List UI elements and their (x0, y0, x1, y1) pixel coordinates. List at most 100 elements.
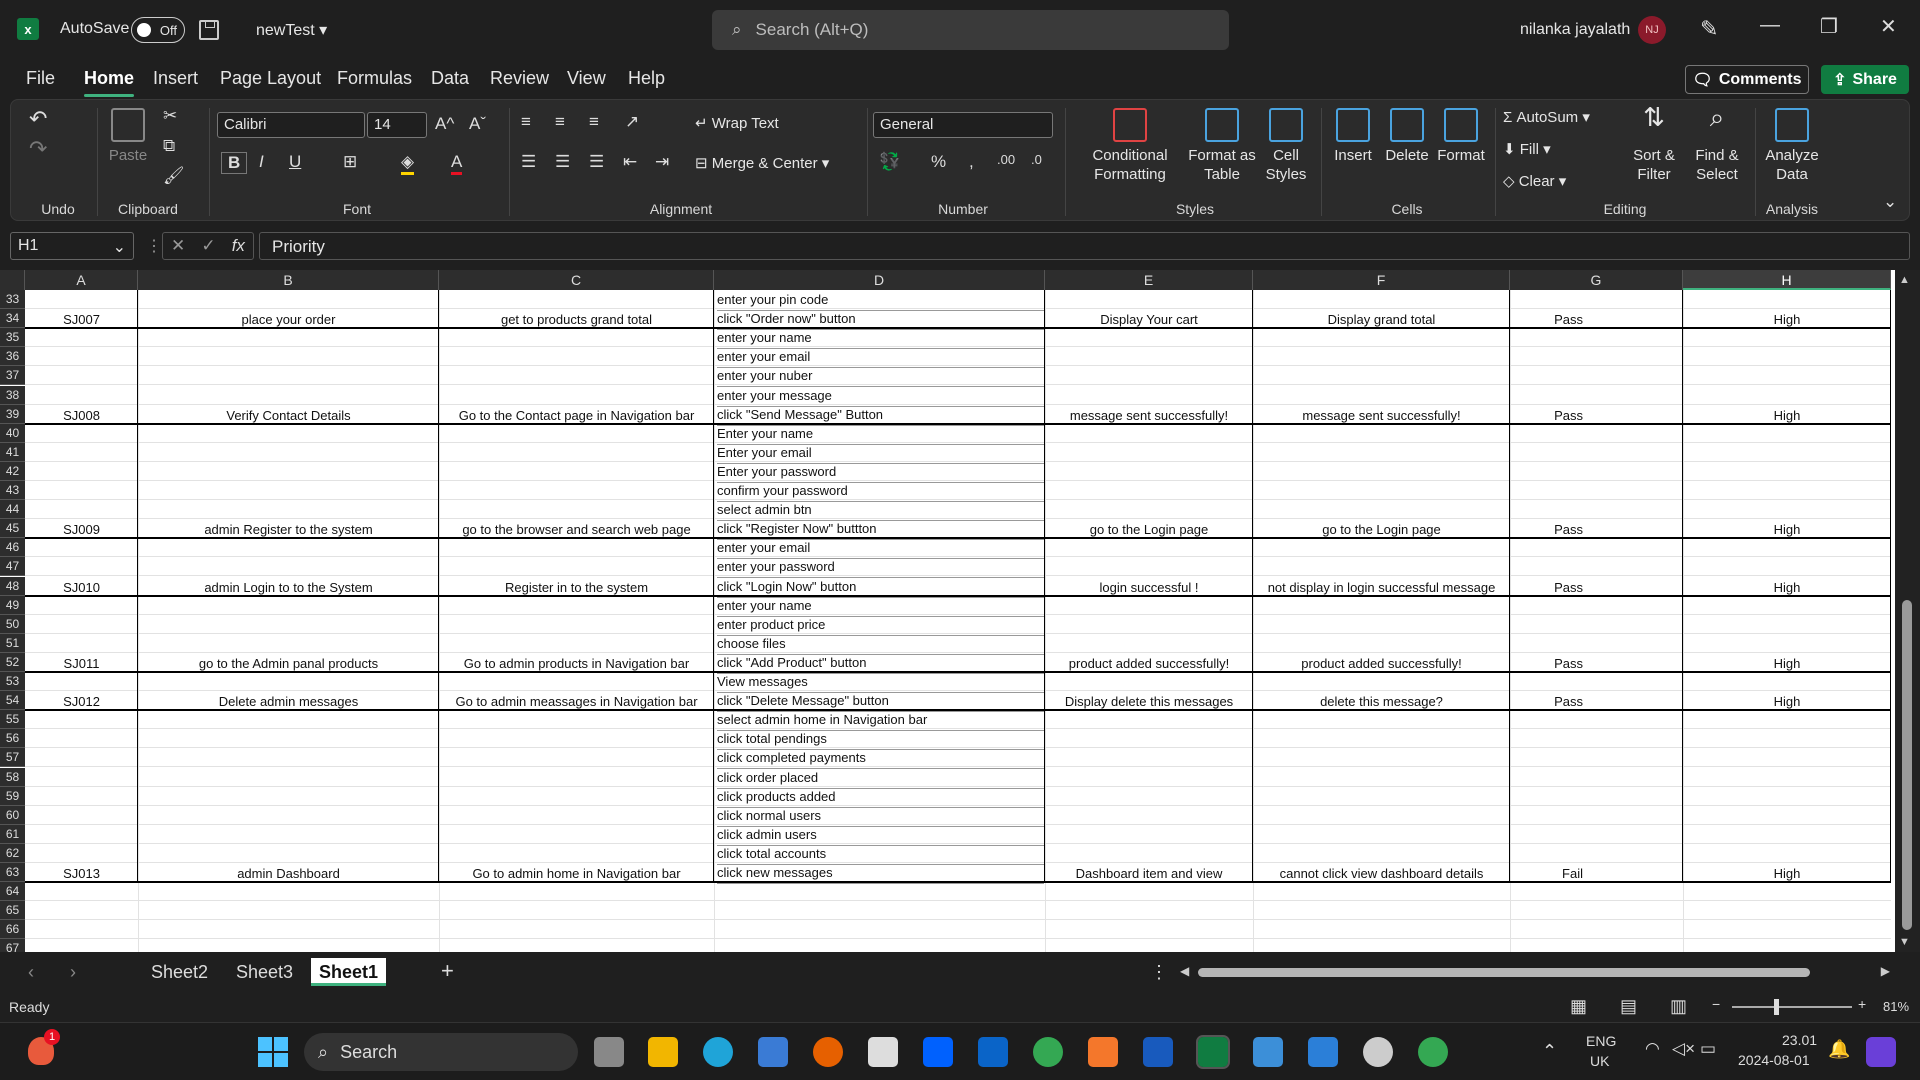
cell-priority[interactable]: High (1683, 580, 1891, 595)
search-input[interactable]: ⌕ Search (Alt+Q) (712, 10, 1229, 50)
align-right-icon[interactable]: ☰ (589, 152, 604, 172)
cell-status[interactable]: Pass (1510, 694, 1683, 709)
scroll-down-icon[interactable]: ▼ (1899, 936, 1910, 948)
clock-time[interactable]: 23.01 (1782, 1032, 1817, 1048)
menu-home[interactable]: Home (84, 68, 135, 97)
cell-id[interactable]: SJ011 (25, 656, 138, 671)
row-header[interactable]: 58 (0, 767, 25, 787)
row-header[interactable]: 64 (0, 882, 25, 902)
row-header[interactable]: 42 (0, 461, 25, 481)
word-icon[interactable] (1143, 1037, 1173, 1067)
row-header[interactable]: 54 (0, 691, 25, 711)
font-color-icon[interactable]: A (451, 152, 463, 175)
cell-test-step[interactable]: View messages (717, 674, 1044, 694)
document-name[interactable]: newTest ▾ (256, 20, 327, 40)
cell-precondition[interactable]: Register in to the system (439, 580, 714, 595)
increase-indent-icon[interactable]: ⇥ (655, 152, 669, 172)
xampp-icon[interactable] (1088, 1037, 1118, 1067)
formula-input[interactable]: Priority (259, 232, 1910, 260)
column-header-c[interactable]: C (439, 270, 714, 290)
cell-test-step[interactable]: click products added (717, 789, 1044, 808)
cell-precondition[interactable]: Go to admin products in Navigation bar (439, 656, 714, 671)
photos-icon[interactable] (1253, 1037, 1283, 1067)
cell-priority[interactable]: High (1683, 408, 1891, 423)
copilot-icon[interactable] (1866, 1037, 1896, 1067)
menu-file[interactable]: File (26, 68, 55, 89)
row-header[interactable]: 53 (0, 672, 25, 692)
row-header[interactable]: 35 (0, 328, 25, 348)
cell-precondition[interactable]: go to the browser and search web page (439, 522, 714, 537)
cell-status[interactable]: Pass (1510, 656, 1683, 671)
next-sheet-icon[interactable]: › (70, 962, 76, 983)
column-header-f[interactable]: F (1253, 270, 1510, 290)
row-header[interactable]: 37 (0, 366, 25, 386)
cell-scenario[interactable]: place your order (138, 312, 439, 327)
percent-icon[interactable]: % (931, 152, 946, 172)
cell-test-step[interactable]: select admin home in Navigation bar (717, 712, 1044, 732)
wrap-text-button[interactable]: ↵ Wrap Text (695, 114, 779, 133)
scroll-left-icon[interactable]: ◀ (1180, 964, 1189, 978)
align-bottom-icon[interactable]: ≡ (589, 112, 599, 132)
cell-status[interactable]: Pass (1510, 522, 1683, 537)
row-header[interactable]: 51 (0, 633, 25, 653)
scroll-right-icon[interactable]: ▶ (1881, 964, 1890, 978)
restore-icon[interactable]: ❐ (1820, 14, 1838, 39)
font-name-select[interactable]: Calibri (217, 112, 365, 138)
row-header[interactable]: 55 (0, 710, 25, 730)
cell-test-step[interactable]: enter your password (717, 559, 1044, 579)
find-select-button[interactable]: ⌕ Find & Select (1687, 104, 1747, 184)
cell-actual[interactable]: go to the Login page (1253, 522, 1510, 537)
row-header[interactable]: 33 (0, 290, 25, 310)
cell-actual[interactable]: message sent successfully! (1253, 408, 1510, 423)
row-header[interactable]: 60 (0, 805, 25, 825)
analyze-data-button[interactable]: Analyze Data (1761, 108, 1823, 184)
autosum-button[interactable]: Σ AutoSum ▾ (1503, 108, 1590, 127)
cell-test-step[interactable]: enter your message (717, 388, 1044, 407)
cancel-icon[interactable]: ✕ (171, 236, 185, 256)
edge-icon[interactable] (703, 1037, 733, 1067)
column-header-h[interactable]: H (1683, 270, 1891, 290)
avatar[interactable]: NJ (1638, 16, 1666, 44)
cut-icon[interactable]: ✂ (163, 106, 177, 126)
column-header-d[interactable]: D (714, 270, 1045, 290)
cell-test-step[interactable]: click total pendings (717, 731, 1044, 751)
share-button[interactable]: ⇪ Share (1821, 65, 1909, 94)
cell-precondition[interactable]: Go to admin meassages in Navigation bar (439, 694, 714, 709)
sort-filter-button[interactable]: ⇅ Sort & Filter (1625, 104, 1683, 184)
hscroll-thumb[interactable] (1198, 968, 1810, 977)
row-header[interactable]: 41 (0, 442, 25, 462)
number-format-select[interactable]: General (873, 112, 1053, 138)
cell-test-step[interactable]: click total accounts (717, 846, 1044, 865)
vertical-scrollbar[interactable]: ▲ ▼ (1895, 270, 1920, 952)
row-header[interactable]: 66 (0, 920, 25, 940)
pen-icon[interactable]: ✎ (1700, 16, 1718, 42)
close-icon[interactable]: ✕ (1880, 14, 1897, 39)
fx-icon[interactable]: fx (232, 236, 245, 256)
cell-styles-button[interactable]: Cell Styles (1261, 108, 1311, 184)
cell-scenario[interactable]: admin Dashboard (138, 866, 439, 881)
cell-expected[interactable]: Display delete this messages (1045, 694, 1253, 709)
row-header[interactable]: 34 (0, 309, 25, 329)
row-header[interactable]: 57 (0, 748, 25, 768)
cypress-icon[interactable] (1363, 1037, 1393, 1067)
chrome-icon[interactable] (1033, 1037, 1063, 1067)
prev-sheet-icon[interactable]: ‹ (28, 962, 34, 983)
format-painter-icon[interactable]: 🖌 (163, 166, 185, 186)
page-layout-view-icon[interactable]: ▤ (1620, 996, 1637, 1017)
comments-button[interactable]: 🗨 Comments (1685, 65, 1809, 94)
scroll-up-icon[interactable]: ▲ (1899, 274, 1910, 286)
horizontal-scrollbar[interactable]: ◀ ▶ (1180, 964, 1890, 980)
decrease-font-icon[interactable]: Aˇ (469, 114, 486, 134)
cell-test-step[interactable]: enter your name (717, 598, 1044, 617)
cell-id[interactable]: SJ013 (25, 866, 138, 881)
cell-status[interactable]: Fail (1510, 866, 1683, 881)
fill-color-icon[interactable]: ◈ (401, 152, 415, 175)
cell-test-step[interactable]: enter your nuber (717, 368, 1044, 388)
clock-date[interactable]: 2024-08-01 (1738, 1052, 1810, 1068)
cell-actual[interactable]: not display in login successful message (1253, 580, 1510, 595)
row-header[interactable]: 65 (0, 901, 25, 921)
cell-test-step[interactable]: select admin btn (717, 502, 1044, 522)
cell-expected[interactable]: go to the Login page (1045, 522, 1253, 537)
cell-test-step[interactable]: Enter your password (717, 464, 1044, 483)
decrease-indent-icon[interactable]: ⇤ (623, 152, 637, 172)
